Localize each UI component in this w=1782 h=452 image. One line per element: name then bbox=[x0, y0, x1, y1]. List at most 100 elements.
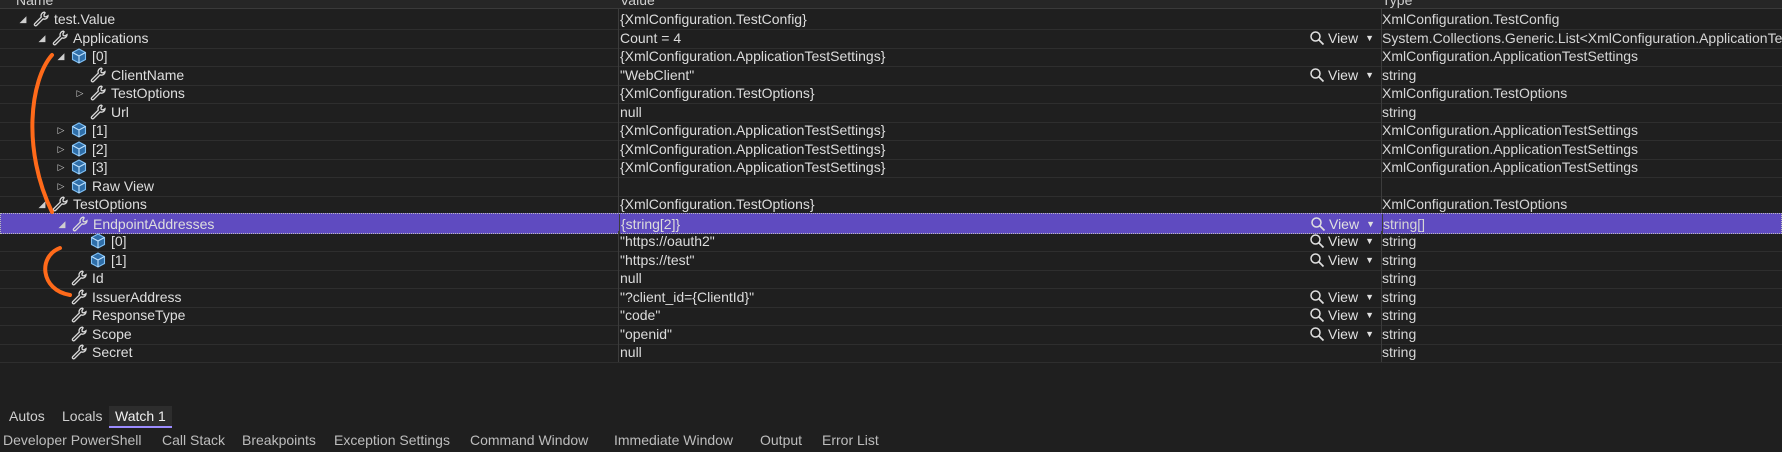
column-name-header[interactable]: Name bbox=[16, 0, 53, 8]
variable-type: string bbox=[1382, 270, 1417, 286]
type-cell: string bbox=[1382, 65, 1782, 85]
value-cell[interactable]: "https://test" View ▼ bbox=[620, 250, 1382, 270]
dropdown-caret-icon[interactable]: ▼ bbox=[1365, 287, 1374, 307]
expand-arrow-icon[interactable]: ▷ bbox=[56, 120, 66, 140]
value-cell[interactable]: null bbox=[620, 342, 1382, 362]
magnifier-icon bbox=[1309, 289, 1325, 305]
expand-arrow-icon[interactable]: ▷ bbox=[56, 157, 66, 177]
dropdown-caret-icon[interactable]: ▼ bbox=[1365, 65, 1374, 85]
value-cell[interactable]: {XmlConfiguration.TestOptions} bbox=[620, 194, 1382, 214]
column-divider[interactable] bbox=[618, 342, 619, 362]
variable-value: "openid" bbox=[620, 325, 672, 342]
cube-icon bbox=[70, 177, 88, 195]
tab-error-list[interactable]: Error List bbox=[822, 432, 879, 448]
value-cell[interactable]: {XmlConfiguration.ApplicationTestSetting… bbox=[620, 46, 1382, 66]
value-cell[interactable]: {XmlConfiguration.ApplicationTestSetting… bbox=[620, 120, 1382, 140]
column-divider[interactable] bbox=[618, 305, 619, 325]
value-cell[interactable]: "WebClient" View ▼ bbox=[620, 65, 1382, 85]
column-divider[interactable] bbox=[618, 83, 619, 103]
view-visualizer-button[interactable]: View ▼ bbox=[1309, 305, 1374, 325]
dropdown-caret-icon[interactable]: ▼ bbox=[1365, 250, 1374, 270]
variable-value: {XmlConfiguration.ApplicationTestSetting… bbox=[620, 122, 886, 138]
variable-value: {string[2]} bbox=[621, 215, 681, 232]
column-type-header[interactable]: Type bbox=[1382, 0, 1412, 8]
expand-arrow-icon[interactable]: ▷ bbox=[56, 139, 66, 159]
column-divider[interactable] bbox=[618, 175, 619, 196]
column-divider[interactable] bbox=[618, 323, 619, 344]
column-divider[interactable] bbox=[618, 46, 619, 66]
column-divider[interactable] bbox=[618, 9, 619, 29]
view-label: View bbox=[1327, 233, 1359, 249]
value-cell[interactable]: "?client_id={ClientId}" View ▼ bbox=[620, 287, 1382, 307]
magnifier-icon bbox=[1309, 307, 1325, 323]
type-cell: XmlConfiguration.ApplicationTestSettings bbox=[1382, 139, 1782, 159]
value-cell[interactable]: "openid" View ▼ bbox=[620, 324, 1382, 344]
dropdown-caret-icon[interactable]: ▼ bbox=[1365, 324, 1374, 344]
tab-output[interactable]: Output bbox=[760, 432, 802, 448]
view-label: View bbox=[1327, 251, 1359, 268]
collapse-arrow-icon[interactable]: ◢ bbox=[37, 28, 47, 48]
column-divider[interactable] bbox=[618, 249, 619, 270]
tab-exception-settings[interactable]: Exception Settings bbox=[334, 432, 450, 448]
column-divider[interactable] bbox=[618, 101, 619, 122]
value-cell[interactable]: "code" View ▼ bbox=[620, 305, 1382, 325]
column-divider[interactable] bbox=[618, 157, 619, 177]
value-cell[interactable]: Count = 4 View ▼ bbox=[620, 28, 1382, 48]
column-divider[interactable] bbox=[618, 194, 619, 214]
wrench-icon bbox=[70, 343, 88, 361]
tab-developer-powershell[interactable]: Developer PowerShell bbox=[3, 432, 142, 448]
variable-name: ClientName bbox=[111, 66, 185, 83]
collapse-arrow-icon[interactable]: ◢ bbox=[37, 194, 47, 214]
value-cell[interactable]: {XmlConfiguration.ApplicationTestSetting… bbox=[620, 139, 1382, 159]
column-divider[interactable] bbox=[618, 286, 619, 307]
value-cell[interactable]: {XmlConfiguration.TestConfig} bbox=[620, 9, 1382, 29]
value-cell[interactable]: null bbox=[620, 102, 1382, 122]
value-cell[interactable]: {XmlConfiguration.ApplicationTestSetting… bbox=[620, 157, 1382, 177]
watch-row[interactable]: Secret null string bbox=[0, 342, 1782, 363]
variable-value: {XmlConfiguration.ApplicationTestSetting… bbox=[620, 48, 886, 64]
column-divider[interactable] bbox=[618, 64, 619, 85]
variable-value: {XmlConfiguration.TestConfig} bbox=[620, 11, 807, 27]
wrench-icon bbox=[89, 84, 107, 102]
column-divider[interactable] bbox=[618, 138, 619, 159]
variable-name: Secret bbox=[92, 344, 133, 360]
view-visualizer-button[interactable]: View ▼ bbox=[1309, 287, 1374, 307]
value-cell[interactable]: "https://oauth2" View ▼ bbox=[620, 231, 1382, 251]
wrench-icon bbox=[70, 269, 88, 287]
variable-value: {XmlConfiguration.ApplicationTestSetting… bbox=[620, 140, 886, 157]
expand-arrow-icon[interactable]: ▷ bbox=[56, 176, 66, 196]
variable-type: string bbox=[1382, 344, 1417, 360]
type-cell bbox=[1382, 176, 1782, 196]
column-divider[interactable] bbox=[618, 27, 619, 48]
column-divider[interactable] bbox=[618, 120, 619, 140]
dropdown-caret-icon[interactable]: ▼ bbox=[1365, 28, 1374, 48]
tab-command-window[interactable]: Command Window bbox=[470, 432, 588, 448]
tab-locals[interactable]: Locals bbox=[62, 406, 102, 426]
view-visualizer-button[interactable]: View ▼ bbox=[1309, 65, 1374, 85]
tab-call-stack[interactable]: Call Stack bbox=[162, 432, 225, 448]
type-cell: XmlConfiguration.TestConfig bbox=[1382, 9, 1782, 29]
wrench-icon bbox=[32, 10, 50, 28]
column-divider[interactable] bbox=[618, 268, 619, 288]
value-cell[interactable]: {XmlConfiguration.TestOptions} bbox=[620, 83, 1382, 103]
view-visualizer-button[interactable]: View ▼ bbox=[1309, 250, 1374, 270]
view-visualizer-button[interactable]: View ▼ bbox=[1309, 324, 1374, 344]
tab-autos[interactable]: Autos bbox=[9, 406, 45, 426]
variable-type: XmlConfiguration.TestOptions bbox=[1382, 85, 1568, 101]
collapse-arrow-icon[interactable]: ◢ bbox=[18, 9, 28, 29]
tab-breakpoints[interactable]: Breakpoints bbox=[242, 432, 316, 448]
value-cell[interactable]: null bbox=[620, 268, 1382, 288]
value-cell[interactable] bbox=[620, 176, 1382, 196]
view-visualizer-button[interactable]: View ▼ bbox=[1309, 28, 1374, 48]
tab-immediate-window[interactable]: Immediate Window bbox=[614, 432, 733, 448]
view-visualizer-button[interactable]: View ▼ bbox=[1309, 231, 1374, 251]
variable-value: Count = 4 bbox=[620, 29, 682, 46]
tab-watch-1[interactable]: Watch 1 bbox=[109, 406, 172, 428]
expand-arrow-icon[interactable]: ▷ bbox=[75, 83, 85, 103]
column-value-header[interactable]: Value bbox=[620, 0, 655, 8]
dropdown-caret-icon[interactable]: ▼ bbox=[1365, 231, 1374, 251]
wrench-icon bbox=[70, 288, 88, 306]
column-divider[interactable] bbox=[618, 231, 619, 251]
dropdown-caret-icon[interactable]: ▼ bbox=[1365, 305, 1374, 325]
collapse-arrow-icon[interactable]: ◢ bbox=[56, 46, 66, 66]
